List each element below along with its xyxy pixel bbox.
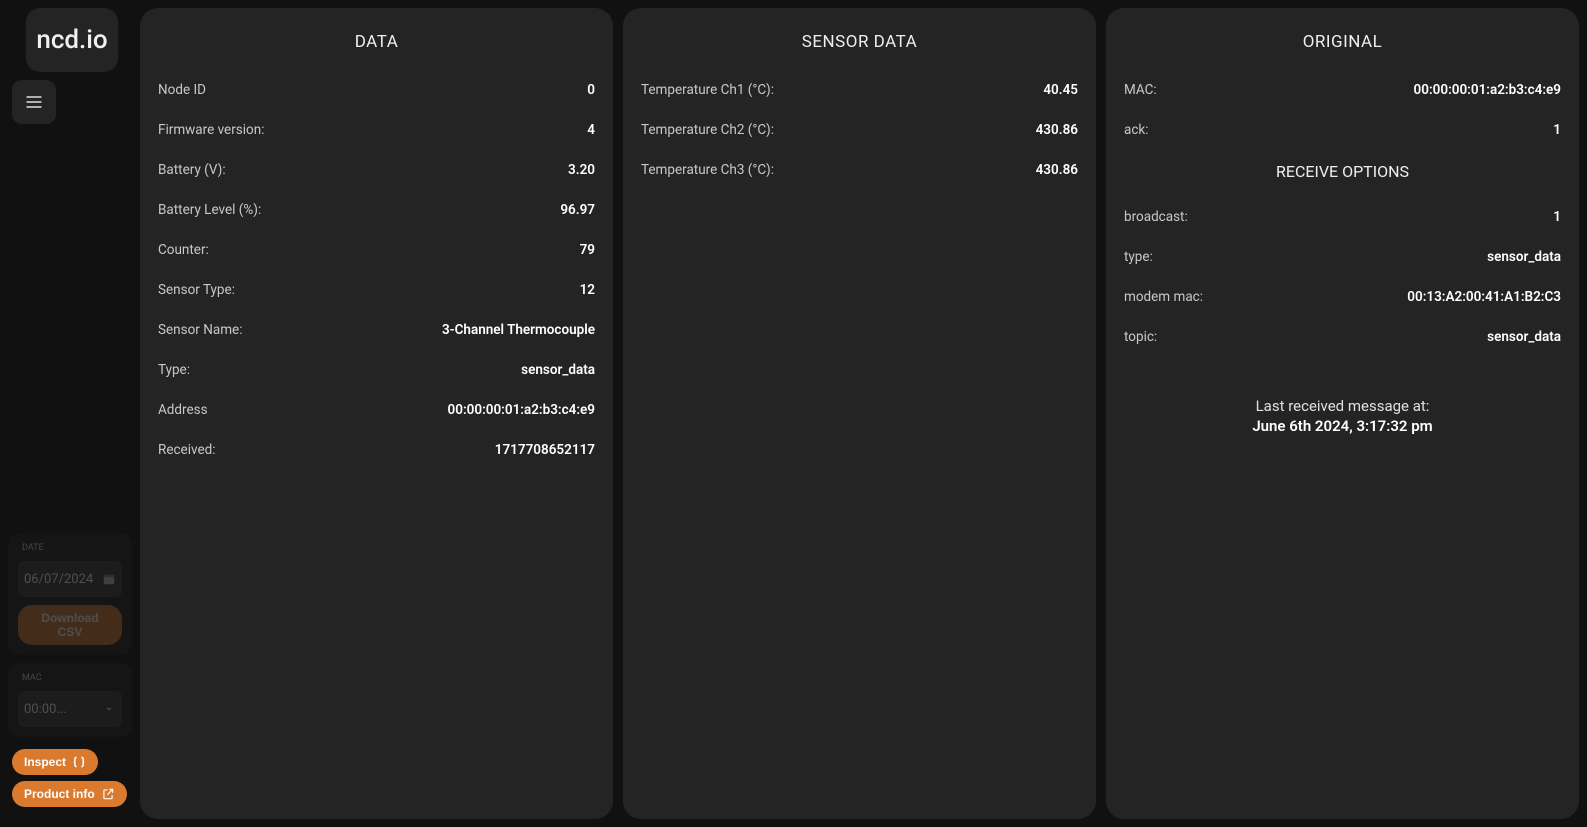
inspect-button[interactable]: Inspect bbox=[12, 749, 98, 775]
row-label: Temperature Ch2 (°C): bbox=[641, 122, 774, 138]
row-value: sensor_data bbox=[521, 362, 595, 378]
row-label: Node ID bbox=[158, 82, 206, 98]
row-label: Received: bbox=[158, 442, 215, 458]
row-value: 3.20 bbox=[568, 162, 595, 178]
row-label: type: bbox=[1124, 249, 1153, 265]
data-row: Counter: 79 bbox=[158, 230, 595, 270]
row-value: 430.86 bbox=[1036, 162, 1078, 178]
data-row: ack: 1 bbox=[1124, 110, 1561, 150]
row-label: MAC: bbox=[1124, 82, 1157, 98]
row-value: 3-Channel Thermocouple bbox=[442, 322, 595, 338]
row-label: Temperature Ch3 (°C): bbox=[641, 162, 774, 178]
row-label: Counter: bbox=[158, 242, 209, 258]
sidebar: ncd.io Date 06/07/2024 Download CSV MAC … bbox=[0, 0, 140, 827]
download-csv-button[interactable]: Download CSV bbox=[18, 605, 122, 645]
last-message-block: Last received message at: June 6th 2024,… bbox=[1124, 397, 1561, 435]
row-value: sensor_data bbox=[1487, 329, 1561, 345]
data-panel-title: DATA bbox=[158, 32, 595, 52]
logo: ncd.io bbox=[26, 8, 118, 72]
row-value: sensor_data bbox=[1487, 249, 1561, 265]
product-info-label: Product info bbox=[24, 787, 95, 801]
row-value: 430.86 bbox=[1036, 122, 1078, 138]
row-label: Sensor Type: bbox=[158, 282, 235, 298]
last-message-label: Last received message at: bbox=[1124, 397, 1561, 415]
row-label: Firmware version: bbox=[158, 122, 264, 138]
data-row: Received: 1717708652117 bbox=[158, 430, 595, 470]
receive-options-title: RECEIVE OPTIONS bbox=[1124, 162, 1561, 181]
data-row: topic: sensor_data bbox=[1124, 317, 1561, 357]
sensor-data-panel: SENSOR DATA Temperature Ch1 (°C):40.45Te… bbox=[623, 8, 1096, 819]
row-value: 00:00:00:01:a2:b3:c4:e9 bbox=[1414, 82, 1561, 98]
data-row: Temperature Ch2 (°C): 430.86 bbox=[641, 110, 1078, 150]
data-row: Battery Level (%): 96.97 bbox=[158, 190, 595, 230]
sensor-rows: Temperature Ch1 (°C):40.45Temperature Ch… bbox=[641, 70, 1078, 190]
row-label: broadcast: bbox=[1124, 209, 1188, 225]
row-value: 00:13:A2:00:41:A1:B2:C3 bbox=[1407, 289, 1561, 305]
original-panel-title: ORIGINAL bbox=[1124, 32, 1561, 52]
row-label: modem mac: bbox=[1124, 289, 1203, 305]
data-row: broadcast: 1 bbox=[1124, 197, 1561, 237]
original-rows: MAC: 00:00:00:01:a2:b3:c4:e9 ack: 1 bbox=[1124, 70, 1561, 150]
row-value: 1 bbox=[1553, 122, 1561, 138]
chevron-down-icon bbox=[102, 702, 116, 716]
row-label: Type: bbox=[158, 362, 190, 378]
data-row: Sensor Type: 12 bbox=[158, 270, 595, 310]
date-input[interactable]: 06/07/2024 bbox=[18, 561, 122, 597]
row-value: 00:00:00:01:a2:b3:c4:e9 bbox=[448, 402, 595, 418]
menu-icon bbox=[24, 92, 44, 112]
row-label: Temperature Ch1 (°C): bbox=[641, 82, 774, 98]
data-row: MAC: 00:00:00:01:a2:b3:c4:e9 bbox=[1124, 70, 1561, 110]
date-card: Date 06/07/2024 Download CSV bbox=[8, 533, 132, 655]
row-label: Battery Level (%): bbox=[158, 202, 261, 218]
data-rows: Node ID 0 Firmware version: 4 Battery (V): 3.… bbox=[158, 70, 595, 470]
original-panel: ORIGINAL MAC: 00:00:00:01:a2:b3:c4:e9 ack:… bbox=[1106, 8, 1579, 819]
data-row: Temperature Ch3 (°C): 430.86 bbox=[641, 150, 1078, 190]
sensor-data-panel-title: SENSOR DATA bbox=[641, 32, 1078, 52]
main-content: DATA Node ID 0 Firmware version: 4 Battery (… bbox=[140, 0, 1587, 827]
row-label: Sensor Name: bbox=[158, 322, 242, 338]
data-row: modem mac: 00:13:A2:00:41:A1:B2:C3 bbox=[1124, 277, 1561, 317]
external-link-icon bbox=[101, 787, 115, 801]
data-row: Type: sensor_data bbox=[158, 350, 595, 390]
row-value: 40.45 bbox=[1043, 82, 1078, 98]
data-panel: DATA Node ID 0 Firmware version: 4 Battery (… bbox=[140, 8, 613, 819]
mac-value: 00:00... bbox=[24, 702, 67, 717]
data-row: Address 00:00:00:01:a2:b3:c4:e9 bbox=[158, 390, 595, 430]
row-value: 12 bbox=[580, 282, 595, 298]
data-row: Sensor Name: 3-Channel Thermocouple bbox=[158, 310, 595, 350]
row-label: topic: bbox=[1124, 329, 1157, 345]
mac-card: MAC 00:00... bbox=[8, 663, 132, 737]
row-label: Address bbox=[158, 402, 208, 418]
data-row: Node ID 0 bbox=[158, 70, 595, 110]
inspect-label: Inspect bbox=[24, 755, 66, 769]
hamburger-menu-button[interactable] bbox=[12, 80, 56, 124]
row-value: 96.97 bbox=[560, 202, 595, 218]
braces-icon bbox=[72, 755, 86, 769]
mac-select[interactable]: 00:00... bbox=[18, 691, 122, 727]
mac-label: MAC bbox=[18, 673, 122, 683]
data-row: Firmware version: 4 bbox=[158, 110, 595, 150]
data-row: Temperature Ch1 (°C): 40.45 bbox=[641, 70, 1078, 110]
row-value: 0 bbox=[587, 82, 595, 98]
row-label: ack: bbox=[1124, 122, 1149, 138]
calendar-icon bbox=[102, 572, 116, 586]
row-value: 1717708652117 bbox=[495, 442, 595, 458]
row-value: 79 bbox=[580, 242, 595, 258]
receive-rows: broadcast:1type:sensor_datamodem mac:00:… bbox=[1124, 197, 1561, 357]
last-message-time: June 6th 2024, 3:17:32 pm bbox=[1124, 417, 1561, 435]
data-row: Battery (V): 3.20 bbox=[158, 150, 595, 190]
row-label: Battery (V): bbox=[158, 162, 226, 178]
row-value: 1 bbox=[1553, 209, 1561, 225]
date-label: Date bbox=[18, 543, 122, 553]
date-value: 06/07/2024 bbox=[24, 572, 93, 587]
bottom-buttons: Inspect Product info bbox=[8, 745, 132, 811]
product-info-button[interactable]: Product info bbox=[12, 781, 127, 807]
row-value: 4 bbox=[587, 122, 595, 138]
data-row: type: sensor_data bbox=[1124, 237, 1561, 277]
